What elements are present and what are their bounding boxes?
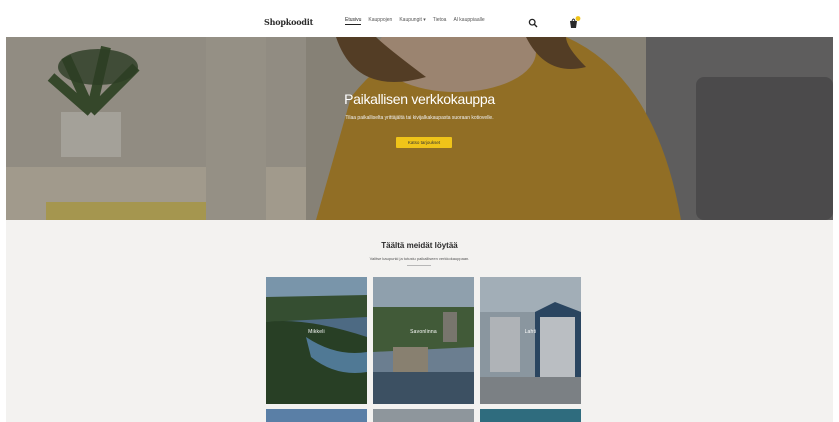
hero-overlay	[6, 37, 833, 220]
section-title: Täältä meidät löytää	[381, 241, 458, 250]
city-card-label: Savonlinna	[410, 329, 437, 335]
city-image	[373, 277, 474, 404]
city-card-lahti[interactable]: Lahti	[480, 277, 581, 404]
page: Shopkoodit Etusivu Kauppojen Kaupungit ▾…	[6, 8, 833, 422]
section-subtitle: Valitse kaupunki ja tutustu paikalliseen…	[369, 256, 470, 261]
nav-item-cities[interactable]: Kaupungit ▾	[399, 17, 425, 25]
city-card-label: Lahti	[524, 329, 537, 335]
search-icon[interactable]	[528, 18, 538, 28]
city-card-mikkeli[interactable]: Mikkeli	[266, 277, 367, 404]
city-card-savonlinna[interactable]: Savonlinna	[373, 277, 474, 404]
nav-item-about[interactable]: Tietoa	[433, 17, 447, 25]
city-image	[266, 277, 367, 404]
city-card[interactable]	[373, 409, 474, 422]
shopping-bag-icon[interactable]	[567, 15, 581, 29]
site-logo[interactable]: Shopkoodit	[264, 17, 313, 27]
city-card[interactable]	[480, 409, 581, 422]
hero-title: Paikallisen verkkokauppa	[344, 91, 495, 107]
city-card-label: Mikkeli	[308, 329, 325, 335]
nav-item-merchants[interactable]: Al kauppiaalle	[453, 17, 484, 25]
main-nav: Etusivu Kauppojen Kaupungit ▾ Tietoa Al …	[345, 17, 485, 25]
hero-subtitle: Tilaa paikalliselta yrittäjältä tai kivi…	[345, 115, 494, 121]
hero-cta-button[interactable]: Katso tarjoukset	[396, 137, 452, 148]
city-card[interactable]	[266, 409, 367, 422]
nav-item-home[interactable]: Etusivu	[345, 17, 362, 25]
section-divider	[407, 265, 431, 266]
site-header: Shopkoodit Etusivu Kauppojen Kaupungit ▾…	[6, 8, 833, 38]
nav-item-stores[interactable]: Kauppojen	[368, 17, 392, 25]
city-image	[480, 277, 581, 404]
hero-banner: Paikallisen verkkokauppa Tilaa paikallis…	[6, 37, 833, 220]
